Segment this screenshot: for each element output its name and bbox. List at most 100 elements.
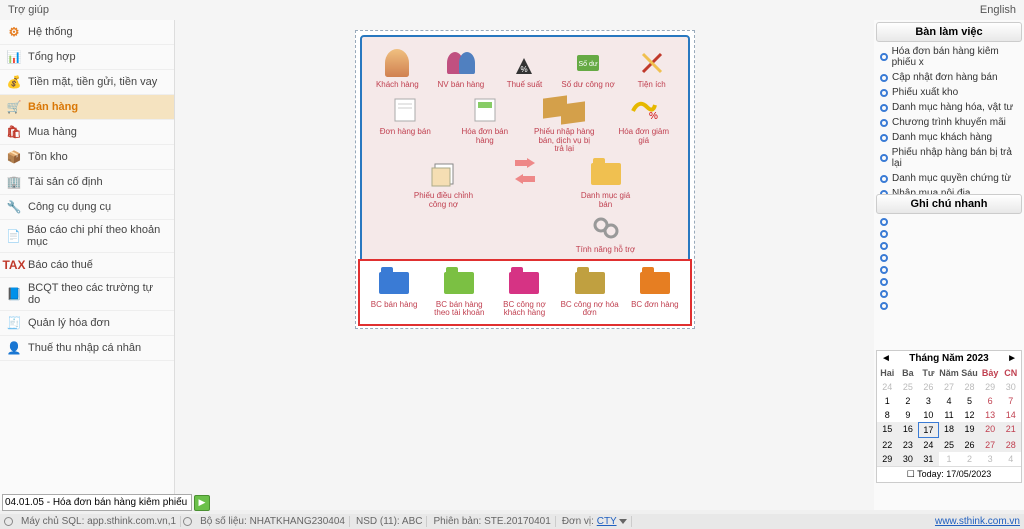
cal-day[interactable]: 24 [877,380,898,394]
worktable-item-2[interactable]: Phiếu xuất kho [876,85,1022,100]
cal-day[interactable]: 1 [939,452,960,466]
sidebar-item-3[interactable]: 🛒Bán hàng [0,95,174,120]
cal-day[interactable]: 25 [939,438,960,452]
worktable-item-6[interactable]: Phiếu nhập hàng bán bị trả lại [876,145,1022,171]
cal-day[interactable]: 2 [898,394,919,408]
top-node-2[interactable]: %Thuế suất [493,47,555,90]
vendor-link[interactable]: www.sthink.com.vn [935,516,1020,527]
cal-day[interactable]: 13 [980,408,1001,422]
cal-day[interactable]: 29 [980,380,1001,394]
quicknote-item-1[interactable] [876,228,1022,240]
doc-node-1[interactable]: Hóa đơn bán hàng [454,94,516,154]
sidebar-item-0[interactable]: ⚙Hệ thống [0,20,174,45]
top-node-4[interactable]: Tiện ích [621,47,683,90]
cal-day[interactable]: 2 [959,452,980,466]
report-node-1[interactable]: BC bán hàng theo tài khoản [428,267,490,319]
sidebar-item-6[interactable]: 🏢Tài sản cố định [0,170,174,195]
cal-day[interactable]: 12 [959,408,980,422]
cal-day[interactable]: 7 [1000,394,1021,408]
cal-day[interactable]: 26 [959,438,980,452]
cal-prev-icon[interactable]: ◄ [881,353,891,364]
cal-day[interactable]: 11 [939,408,960,422]
cal-day[interactable]: 3 [918,394,939,408]
cal-day[interactable]: 24 [918,438,939,452]
quicknote-item-2[interactable] [876,240,1022,252]
cal-day[interactable]: 26 [918,380,939,394]
doc-node-3[interactable]: %Hóa đơn giảm giá [613,94,675,154]
cal-day[interactable]: 17 [918,422,939,438]
quicknote-item-0[interactable] [876,216,1022,228]
cal-day[interactable]: 31 [918,452,939,466]
cal-day[interactable]: 1 [877,394,898,408]
command-input[interactable] [2,494,192,511]
cal-day[interactable]: 28 [1000,438,1021,452]
cal-today[interactable]: ☐ Today: 17/05/2023 [877,466,1021,482]
cal-day[interactable]: 30 [1000,380,1021,394]
sidebar-item-5[interactable]: 📦Tồn kho [0,145,174,170]
cal-day[interactable]: 4 [939,394,960,408]
cal-day[interactable]: 18 [939,422,960,438]
cal-day[interactable]: 22 [877,438,898,452]
node-support[interactable]: Tính năng hỗ trợ [575,212,637,255]
quicknote-item-5[interactable] [876,276,1022,288]
sidebar-item-1[interactable]: 📊Tổng hợp [0,45,174,70]
report-node-2[interactable]: BC công nợ khách hàng [493,267,555,319]
cal-day[interactable]: 4 [1000,452,1021,466]
sidebar-item-9[interactable]: TAXBáo cáo thuế [0,253,174,278]
quicknote-item-6[interactable] [876,288,1022,300]
quicknote-item-7[interactable] [876,300,1022,312]
doc-node-2[interactable]: Phiếu nhập hàng bán, dịch vụ bị trả lại [533,94,595,154]
bullet-icon [880,74,888,82]
cal-day[interactable]: 3 [980,452,1001,466]
lang-switch[interactable]: English [980,4,1016,16]
sidebar-item-11[interactable]: 🧾Quản lý hóa đơn [0,311,174,336]
cal-day[interactable]: 28 [959,380,980,394]
cal-day[interactable]: 21 [1000,422,1021,438]
cal-next-icon[interactable]: ► [1007,353,1017,364]
top-node-3[interactable]: Số dưSố dư công nợ [557,47,619,90]
cal-day[interactable]: 19 [959,422,980,438]
cal-day[interactable]: 9 [898,408,919,422]
sidebar-item-7[interactable]: 🔧Công cụ dụng cụ [0,195,174,220]
top-node-1[interactable]: NV bán hàng [430,47,492,90]
cal-day[interactable]: 27 [980,438,1001,452]
cal-day[interactable]: 10 [918,408,939,422]
cal-day[interactable]: 27 [939,380,960,394]
sidebar-item-8[interactable]: 📄Báo cáo chi phí theo khoản mục [0,220,174,253]
worktable-item-7[interactable]: Danh mục quyền chứng từ [876,171,1022,186]
calendar[interactable]: ◄ Tháng Năm 2023 ► HaiBaTưNămSáuBảyCN242… [876,350,1022,483]
cal-day[interactable]: 25 [898,380,919,394]
sidebar-item-4[interactable]: 🛍Mua hàng [0,120,174,145]
cal-day[interactable]: 5 [959,394,980,408]
report-node-4[interactable]: BC đơn hàng [624,267,686,319]
sidebar-item-12[interactable]: 👤Thuế thu nhập cá nhân [0,336,174,361]
worktable-item-8[interactable]: Nhập mua nội địa [876,186,1022,194]
cal-day[interactable]: 15 [877,422,898,438]
cal-day[interactable]: 23 [898,438,919,452]
node-pricelist[interactable]: Danh mục giá bán [575,158,637,210]
dropdown-icon[interactable] [619,519,627,524]
cal-day[interactable]: 20 [980,422,1001,438]
quicknote-item-3[interactable] [876,252,1022,264]
node-adjust[interactable]: Phiếu điều chỉnh công nợ [413,158,475,254]
worktable-item-3[interactable]: Danh mục hàng hóa, vật tư [876,100,1022,115]
report-node-3[interactable]: BC công nợ hóa đơn [559,267,621,319]
top-node-0[interactable]: Khách hàng [366,47,428,90]
cal-day[interactable]: 16 [898,422,919,438]
go-button[interactable]: ▶ [194,495,210,511]
worktable-item-5[interactable]: Danh mục khách hàng [876,130,1022,145]
sidebar-item-2[interactable]: 💰Tiền mặt, tiền gửi, tiền vay [0,70,174,95]
worktable-item-0[interactable]: Hóa đơn bán hàng kiêm phiếu x [876,44,1022,70]
cal-day[interactable]: 8 [877,408,898,422]
report-node-0[interactable]: BC bán hàng [363,267,425,319]
sidebar-item-10[interactable]: 📘BCQT theo các trường tự do [0,278,174,311]
quicknote-item-4[interactable] [876,264,1022,276]
doc-node-0[interactable]: Đơn hàng bán [374,94,436,154]
cal-day[interactable]: 30 [898,452,919,466]
worktable-item-4[interactable]: Chương trình khuyến mãi [876,115,1022,130]
worktable-item-1[interactable]: Cập nhật đơn hàng bán [876,70,1022,85]
help-menu[interactable]: Trợ giúp [8,4,49,16]
cal-day[interactable]: 6 [980,394,1001,408]
cal-day[interactable]: 29 [877,452,898,466]
cal-day[interactable]: 14 [1000,408,1021,422]
